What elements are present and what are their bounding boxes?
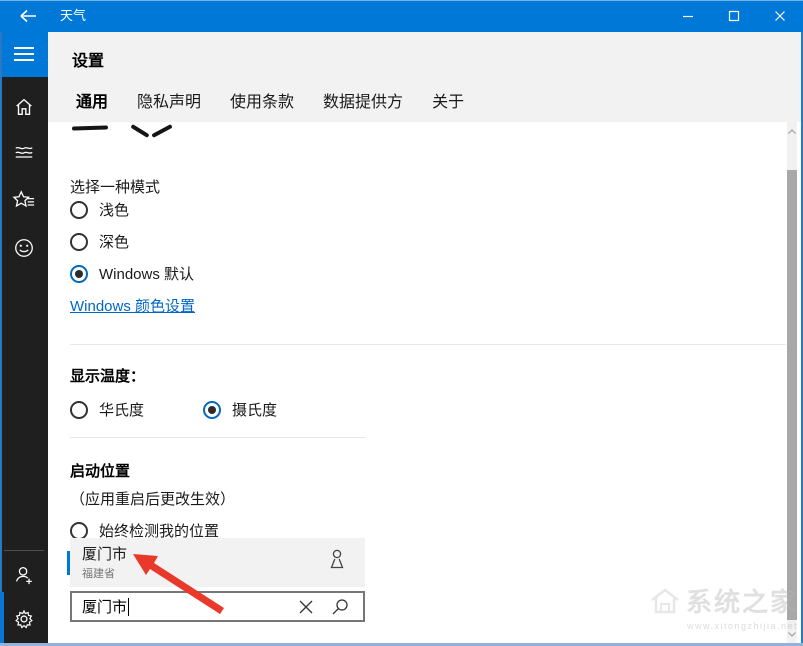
clear-x-icon <box>298 599 314 615</box>
scroll-down-button[interactable] <box>787 627 797 641</box>
feedback-smiley-icon <box>13 237 35 259</box>
sidebar-item-historical-weather[interactable] <box>0 131 48 171</box>
hamburger-icon <box>14 46 34 62</box>
radio-label: 深色 <box>99 231 129 252</box>
chevron-down-icon <box>788 632 796 637</box>
magnifier-icon <box>331 598 349 616</box>
settings-gear-icon <box>13 608 35 630</box>
mode-section-label: 选择一种模式 <box>70 176 160 197</box>
radio-circle <box>70 401 88 419</box>
hamburger-menu-button[interactable] <box>0 37 48 71</box>
maximize-button[interactable] <box>711 0 757 32</box>
radio-label: Windows 默认 <box>99 263 194 284</box>
minimize-icon <box>682 10 694 22</box>
settings-tabs: 通用 隐私声明 使用条款 数据提供方 关于 <box>76 88 464 112</box>
radio-option-windows-default[interactable]: Windows 默认 <box>70 263 194 284</box>
sidebar-accent-block <box>0 32 48 77</box>
vertical-scrollbar[interactable] <box>787 122 797 643</box>
clear-search-button[interactable] <box>289 593 323 620</box>
location-pin-icon <box>327 548 347 577</box>
suggestion-province: 福建省 <box>82 565 115 581</box>
page-title: 设置 <box>72 47 104 71</box>
section-divider <box>70 437 365 438</box>
home-icon <box>13 96 35 118</box>
section-divider <box>70 344 786 345</box>
radio-label: 浅色 <box>99 199 129 220</box>
sidebar-item-favorites[interactable] <box>0 180 48 220</box>
radio-option-fahrenheit[interactable]: 华氏度 <box>70 399 144 420</box>
back-arrow-icon <box>19 9 37 23</box>
radio-circle <box>70 201 88 219</box>
scrollbar-thumb[interactable] <box>787 170 797 620</box>
temperature-section-label: 显示温度： <box>70 365 145 386</box>
tab-general[interactable]: 通用 <box>76 88 108 112</box>
close-icon <box>774 10 786 22</box>
radio-circle-checked <box>70 265 88 283</box>
close-button[interactable] <box>757 0 803 32</box>
minimize-button[interactable] <box>665 0 711 32</box>
tab-privacy[interactable]: 隐私声明 <box>137 88 201 112</box>
location-search-input[interactable]: 厦门市 <box>70 591 365 622</box>
sidebar-item-feedback[interactable] <box>0 228 48 268</box>
launch-location-note: （应用重启后更改生效） <box>70 488 235 509</box>
radio-circle <box>70 522 88 540</box>
add-person-icon <box>13 564 35 586</box>
radio-label: 摄氏度 <box>232 399 277 420</box>
tab-terms[interactable]: 使用条款 <box>230 88 294 112</box>
settings-header: 设置 通用 隐私声明 使用条款 数据提供方 关于 <box>48 32 801 122</box>
search-input-value: 厦门市 <box>82 596 127 617</box>
suggestion-city: 厦门市 <box>82 543 127 564</box>
radio-option-light[interactable]: 浅色 <box>70 199 129 220</box>
window-left-border <box>0 32 2 646</box>
tab-data-providers[interactable]: 数据提供方 <box>323 88 403 112</box>
radio-option-dark[interactable]: 深色 <box>70 231 129 252</box>
radio-circle-checked <box>203 401 221 419</box>
sidebar-divider <box>4 550 44 551</box>
radio-label: 华氏度 <box>99 399 144 420</box>
settings-content: 选择一种模式 浅色 深色 Windows 默认 Windows 颜色设置 显示温… <box>48 122 787 643</box>
scroll-up-button[interactable] <box>787 124 797 138</box>
windows-color-settings-link[interactable]: Windows 颜色设置 <box>70 295 195 316</box>
sidebar-item-home[interactable] <box>0 87 48 127</box>
sidebar-item-settings[interactable] <box>0 599 48 639</box>
radio-option-celsius[interactable]: 摄氏度 <box>203 399 277 420</box>
back-button[interactable] <box>8 0 48 32</box>
favorites-icon <box>12 189 36 211</box>
app-title: 天气 <box>60 0 86 32</box>
chevron-up-icon <box>788 129 796 134</box>
text-caret <box>128 598 129 616</box>
window-controls <box>665 0 803 32</box>
titlebar: 天气 <box>0 0 803 32</box>
radio-circle <box>70 233 88 251</box>
maximize-icon <box>728 10 740 22</box>
tab-about[interactable]: 关于 <box>432 88 464 112</box>
sidebar-item-add-person[interactable] <box>0 555 48 595</box>
historical-weather-icon <box>13 140 35 162</box>
location-suggestion-item[interactable]: 厦门市 福建省 <box>70 538 365 587</box>
weather-app-window: 天气 <box>0 0 803 646</box>
window-left-border-accent <box>0 592 4 646</box>
sidebar <box>0 32 48 646</box>
search-button[interactable] <box>323 593 357 620</box>
launch-location-label: 启动位置 <box>70 460 130 481</box>
